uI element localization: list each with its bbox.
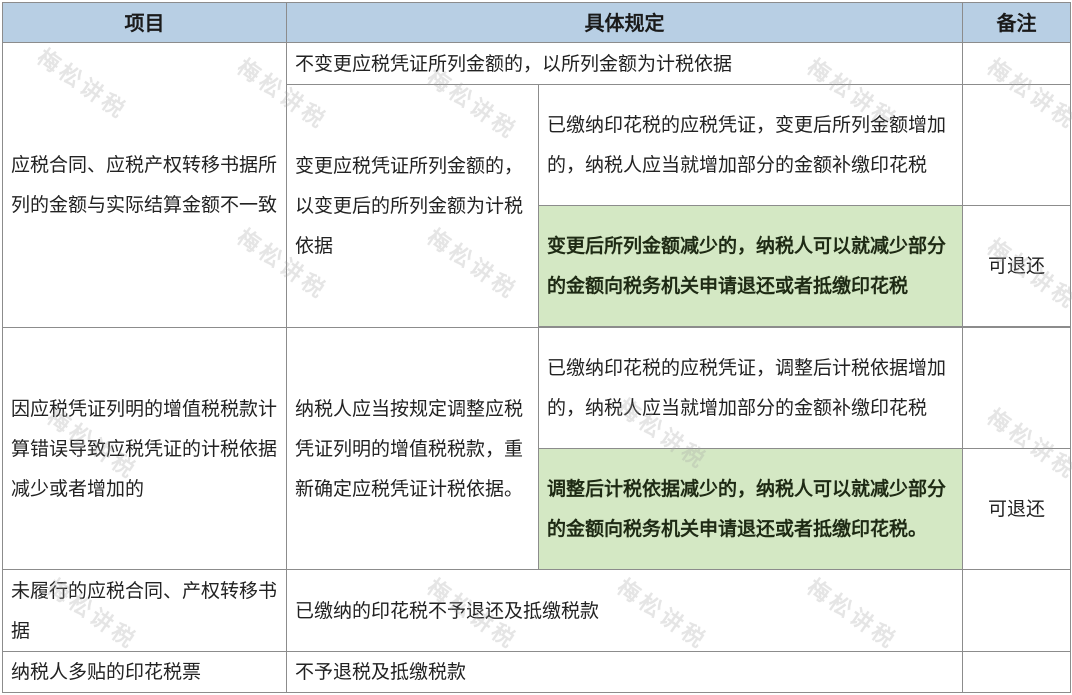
- item-cell: 未履行的应税合同、产权转移书据: [2, 569, 287, 652]
- header-rule: 具体规定: [286, 2, 963, 43]
- page: 项目 具体规定 备注 应税合同、应税产权转移书据所列的金额与实际结算金额不一致 …: [0, 0, 1072, 695]
- rule-cell: 变更应税凭证所列金额的，以变更后的所列金额为计税依据: [286, 84, 539, 328]
- rule-detail-highlight-cell: 调整后计税依据减少的，纳税人可以就减少部分的金额向税务机关申请退还或者抵缴印花税…: [538, 448, 963, 570]
- note-cell: 可退还: [962, 448, 1071, 570]
- rule-cell: 不变更应税凭证所列金额的，以所列金额为计税依据: [286, 42, 963, 85]
- note-cell: [962, 651, 1071, 693]
- table-row: 纳税人多贴的印花税票 不予退税及抵缴税款: [2, 651, 1071, 693]
- note-cell: [962, 569, 1071, 652]
- rule-detail-cell: 已缴纳印花税的应税凭证，调整后计税依据增加的，纳税人应当就增加部分的金额补缴印花…: [538, 327, 963, 449]
- table-row: 未履行的应税合同、产权转移书据 已缴纳的印花税不予退还及抵缴税款: [2, 569, 1071, 652]
- rule-cell: 不予退税及抵缴税款: [286, 651, 963, 693]
- table-row: 应税合同、应税产权转移书据所列的金额与实际结算金额不一致 不变更应税凭证所列金额…: [2, 42, 1071, 328]
- rule-detail-cell: 已缴纳印花税的应税凭证，变更后所列金额增加的，纳税人应当就增加部分的金额补缴印花…: [538, 84, 963, 206]
- item-cell: 应税合同、应税产权转移书据所列的金额与实际结算金额不一致: [2, 42, 287, 328]
- table-row: 因应税凭证列明的增值税税款计算错误导致应税凭证的计税依据减少或者增加的 纳税人应…: [2, 327, 1071, 570]
- note-cell: [962, 42, 1071, 85]
- note-cell: [962, 327, 1071, 449]
- stamp-tax-refund-table: 项目 具体规定 备注 应税合同、应税产权转移书据所列的金额与实际结算金额不一致 …: [2, 2, 1071, 693]
- header-row: 项目 具体规定 备注: [2, 2, 1071, 43]
- note-cell: 可退还: [962, 205, 1071, 327]
- item-cell: 纳税人多贴的印花税票: [2, 651, 287, 693]
- rule-detail-highlight-cell: 变更后所列金额减少的，纳税人可以就减少部分的金额向税务机关申请退还或者抵缴印花税: [538, 205, 963, 327]
- header-note: 备注: [962, 2, 1071, 43]
- item-cell: 因应税凭证列明的增值税税款计算错误导致应税凭证的计税依据减少或者增加的: [2, 327, 287, 570]
- note-cell: [962, 84, 1071, 206]
- rule-cell: 已缴纳的印花税不予退还及抵缴税款: [286, 569, 963, 652]
- rule-cell: 纳税人应当按规定调整应税凭证列明的增值税税款，重新确定应税凭证计税依据。: [286, 327, 539, 570]
- header-item: 项目: [2, 2, 287, 43]
